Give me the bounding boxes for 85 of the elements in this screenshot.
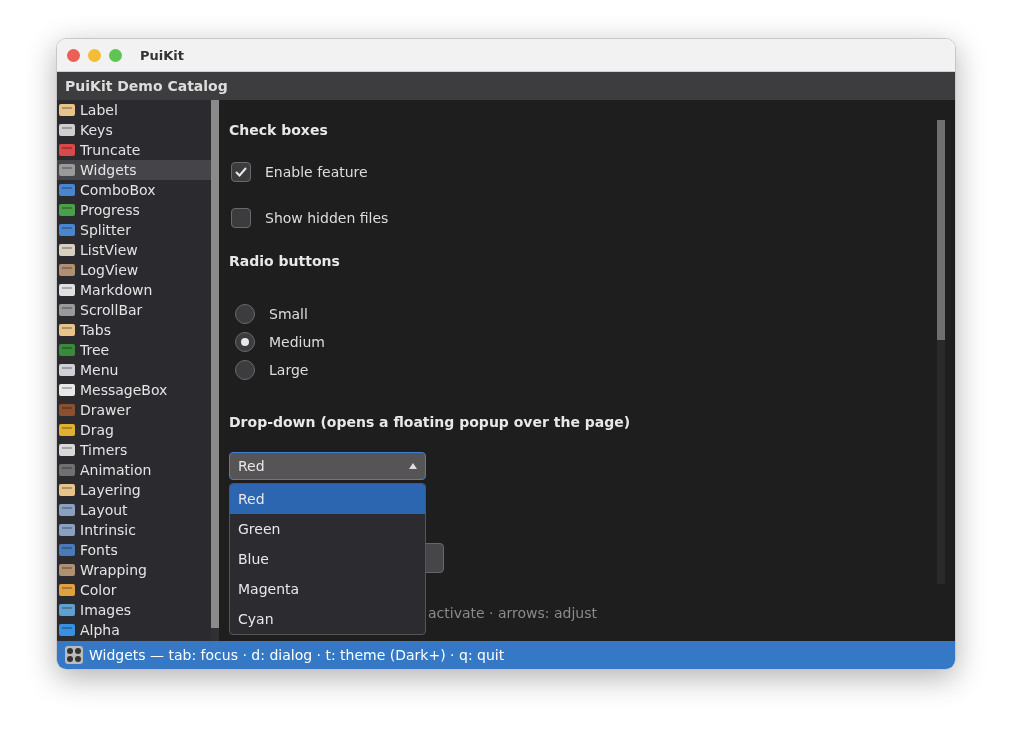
sidebar-item[interactable]: Layering: [57, 480, 211, 500]
item-icon: [58, 582, 76, 598]
window-title: PuiKit: [140, 47, 184, 63]
item-icon: [58, 282, 76, 298]
sidebar-item[interactable]: Layout: [57, 500, 211, 520]
sidebar-item[interactable]: Images: [57, 600, 211, 620]
grid-icon: [65, 646, 83, 664]
checkbox-box[interactable]: [231, 208, 251, 228]
item-icon: [58, 242, 76, 258]
dropdown-option[interactable]: Red: [230, 484, 425, 514]
content-scrollbar[interactable]: [937, 120, 945, 584]
item-icon: [58, 622, 76, 638]
dropdown-option[interactable]: Magenta: [230, 574, 425, 604]
sidebar-item[interactable]: LogView: [57, 260, 211, 280]
item-icon: [58, 462, 76, 478]
minimize-button[interactable]: [88, 48, 101, 62]
item-icon: [58, 202, 76, 218]
item-icon: [58, 222, 76, 238]
item-icon: [58, 602, 76, 618]
sidebar-item[interactable]: Keys: [57, 120, 211, 140]
item-icon: [58, 362, 76, 378]
item-icon: [58, 522, 76, 538]
sidebar-item[interactable]: ComboBox: [57, 180, 211, 200]
item-icon: [58, 402, 76, 418]
section-title: Drop-down (opens a floating popup over the page): [229, 413, 632, 432]
sidebar-item[interactable]: Label: [57, 100, 211, 120]
sidebar-item[interactable]: Tabs: [57, 320, 211, 340]
item-icon: [58, 542, 76, 558]
section-title: Check boxes: [229, 121, 329, 140]
sidebar-item[interactable]: Alpha: [57, 620, 211, 640]
catalog-header: PuiKit Demo Catalog: [57, 72, 955, 100]
hint-text: activate · arrows: adjust: [428, 605, 597, 621]
item-icon: [58, 482, 76, 498]
caret-up-icon: [409, 463, 417, 469]
radio-circle[interactable]: [235, 332, 255, 352]
item-icon: [58, 182, 76, 198]
sidebar-item[interactable]: Fonts: [57, 540, 211, 560]
sidebar-item[interactable]: Wrapping: [57, 560, 211, 580]
checkbox[interactable]: Enable feature: [229, 158, 955, 186]
check-icon: [234, 165, 248, 179]
sidebar-item[interactable]: Color: [57, 580, 211, 600]
item-icon: [58, 122, 76, 138]
sidebar-item[interactable]: Timers: [57, 440, 211, 460]
dropdown-option[interactable]: Cyan: [230, 604, 425, 634]
item-icon: [58, 302, 76, 318]
sidebar-item[interactable]: MessageBox: [57, 380, 211, 400]
dropdown-option[interactable]: Blue: [230, 544, 425, 574]
item-icon: [58, 422, 76, 438]
sidebar-item[interactable]: Drawer: [57, 400, 211, 420]
close-button[interactable]: [67, 48, 80, 62]
radio-circle[interactable]: [235, 304, 255, 324]
radio-circle[interactable]: [235, 360, 255, 380]
item-icon: [58, 502, 76, 518]
sidebar-item[interactable]: Truncate: [57, 140, 211, 160]
item-icon: [58, 162, 76, 178]
section-title: Radio buttons: [229, 252, 341, 271]
item-icon: [58, 102, 76, 118]
item-icon: [58, 562, 76, 578]
item-icon: [58, 342, 76, 358]
checkbox-box[interactable]: [231, 162, 251, 182]
radio-button[interactable]: Small: [229, 300, 955, 328]
dropdown-option[interactable]: Green: [230, 514, 425, 544]
item-icon: [58, 142, 76, 158]
item-icon: [58, 322, 76, 338]
sidebar-item[interactable]: Animation: [57, 460, 211, 480]
sidebar-item[interactable]: Markdown: [57, 280, 211, 300]
sidebar-item[interactable]: Splitter: [57, 220, 211, 240]
sidebar-item[interactable]: ListView: [57, 240, 211, 260]
radio-button[interactable]: Medium: [229, 328, 955, 356]
item-icon: [58, 442, 76, 458]
sidebar-item[interactable]: Intrinsic: [57, 520, 211, 540]
item-icon: [58, 382, 76, 398]
sidebar-item[interactable]: Progress: [57, 200, 211, 220]
sidebar-item[interactable]: ScrollBar: [57, 300, 211, 320]
zoom-button[interactable]: [109, 48, 122, 62]
sidebar-item[interactable]: Drag: [57, 420, 211, 440]
sidebar-item[interactable]: Menu: [57, 360, 211, 380]
status-text: Widgets — tab: focus · d: dialog · t: theme (Dark+) · q: quit: [89, 647, 505, 663]
radio-button[interactable]: Large: [229, 356, 955, 384]
sidebar-item[interactable]: Tree: [57, 340, 211, 360]
item-icon: [58, 262, 76, 278]
sidebar-item[interactable]: Widgets: [57, 160, 211, 180]
dropdown[interactable]: Red: [229, 452, 426, 480]
checkbox[interactable]: Show hidden files: [229, 204, 955, 232]
sidebar-scrollbar[interactable]: [211, 100, 219, 641]
